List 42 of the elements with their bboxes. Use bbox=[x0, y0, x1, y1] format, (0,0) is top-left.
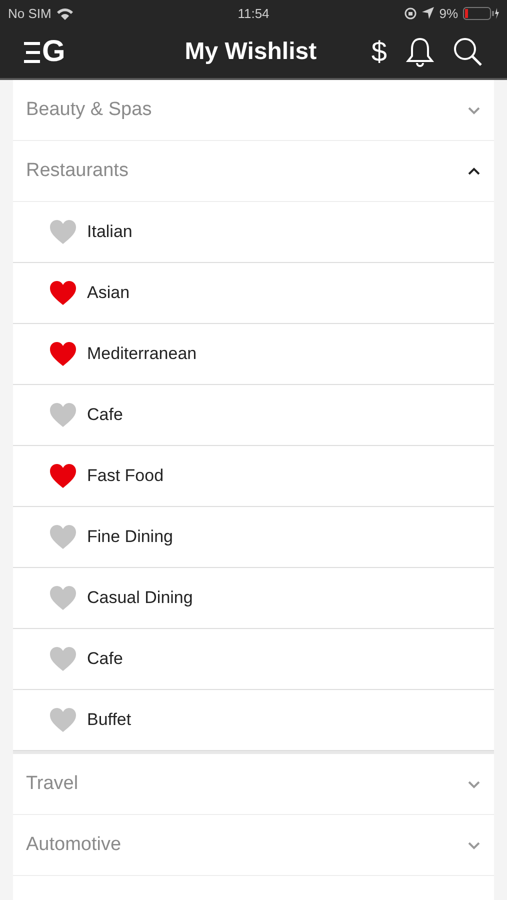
subcategory-row[interactable]: Asian bbox=[13, 263, 494, 324]
subcategory-row[interactable]: Fast Food bbox=[13, 446, 494, 507]
search-icon[interactable] bbox=[453, 37, 483, 67]
heart-icon[interactable] bbox=[49, 463, 77, 489]
chevron-down-icon[interactable] bbox=[467, 840, 481, 850]
location-arrow-icon bbox=[422, 7, 434, 19]
clock-text: 11:54 bbox=[238, 6, 270, 20]
menu-icon[interactable] bbox=[24, 41, 40, 63]
subcategory-label: Buffet bbox=[87, 710, 132, 730]
subcategory-row[interactable]: Cafe bbox=[13, 629, 494, 690]
subcategory-row[interactable]: Buffet bbox=[13, 690, 494, 751]
subcategory-row[interactable]: Casual Dining bbox=[13, 568, 494, 629]
category-label: Automotive bbox=[26, 834, 122, 856]
subcategory-row[interactable]: Cafe bbox=[13, 385, 494, 446]
subcategory-label: Cafe bbox=[87, 649, 123, 669]
category-label: Travel bbox=[26, 773, 80, 795]
lock-rotation-icon bbox=[404, 6, 418, 20]
carrier-text: No SIM bbox=[8, 6, 52, 20]
subcategory-label: Casual Dining bbox=[87, 588, 193, 608]
subcategory-row[interactable]: Italian bbox=[13, 202, 494, 263]
subcategory-row[interactable]: Mediterranean bbox=[13, 324, 494, 385]
subcategory-label: Fast Food bbox=[87, 466, 164, 486]
subcategory-label: Mediterranean bbox=[87, 344, 197, 364]
battery-icon bbox=[463, 6, 500, 20]
category-label: Beauty & Spas bbox=[26, 99, 153, 121]
logo-text: G bbox=[42, 35, 66, 69]
page-title: My Wishlist bbox=[184, 38, 318, 66]
bell-icon[interactable] bbox=[405, 36, 435, 68]
subcategory-label: Italian bbox=[87, 222, 132, 242]
wifi-icon bbox=[56, 6, 74, 20]
subcategory-row[interactable]: Fine Dining bbox=[13, 507, 494, 568]
subcategory-label: Asian bbox=[87, 283, 130, 303]
currency-button[interactable]: $ bbox=[371, 36, 387, 68]
subcategory-label: Cafe bbox=[87, 405, 123, 425]
subcategory-label: Fine Dining bbox=[87, 527, 173, 547]
heart-icon[interactable] bbox=[49, 341, 77, 367]
battery-percent: 9% bbox=[439, 6, 458, 20]
chevron-down-icon[interactable] bbox=[467, 106, 481, 114]
category-label: Restaurants bbox=[26, 160, 130, 182]
heart-icon[interactable] bbox=[49, 280, 77, 306]
chevron-up-icon[interactable] bbox=[467, 166, 481, 176]
chevron-down-icon[interactable] bbox=[467, 780, 481, 788]
